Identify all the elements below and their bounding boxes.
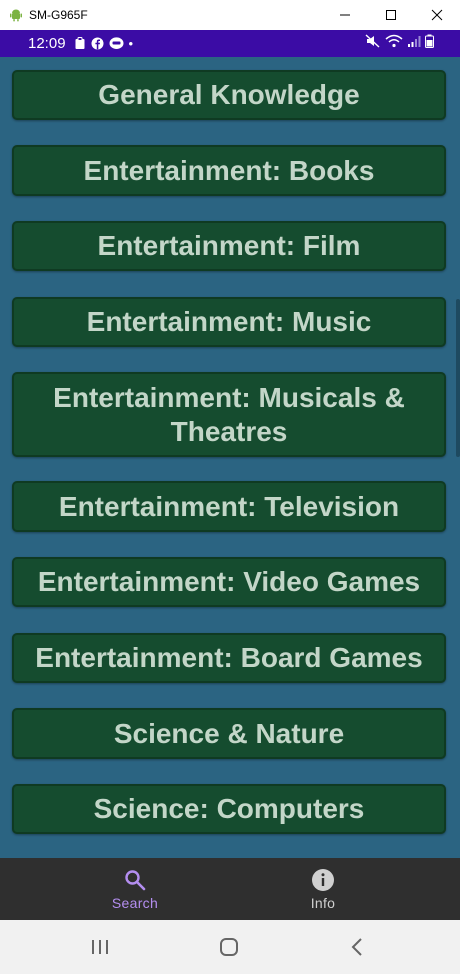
category-button[interactable]: Entertainment: Film	[12, 221, 446, 271]
messenger-icon	[109, 37, 124, 50]
facebook-icon	[91, 37, 104, 50]
clipboard-icon	[74, 37, 86, 50]
signal-icon	[407, 35, 421, 53]
maximize-button[interactable]	[368, 0, 414, 30]
category-button[interactable]: Science: Computers	[12, 784, 446, 834]
category-button[interactable]: Entertainment: Television	[12, 481, 446, 532]
home-button[interactable]	[199, 920, 259, 974]
home-icon	[220, 938, 238, 956]
back-button[interactable]	[327, 920, 387, 974]
category-button[interactable]: Entertainment: Books	[12, 145, 446, 196]
nav-info-label: Info	[310, 894, 336, 911]
nav-info[interactable]: Info	[263, 858, 383, 920]
category-button[interactable]: Entertainment: Musicals & Theatres	[12, 372, 446, 457]
minimize-icon	[340, 14, 350, 16]
close-icon	[431, 9, 443, 21]
android-icon	[10, 9, 22, 22]
bottom-navigation: Search Info	[0, 858, 460, 920]
category-button[interactable]: General Knowledge	[12, 70, 446, 120]
minimize-button[interactable]	[322, 0, 368, 30]
window-titlebar: SM-G965F	[0, 0, 460, 30]
nav-search-label: Search	[111, 894, 159, 911]
system-navigation-bar	[0, 920, 460, 974]
maximize-icon	[386, 10, 396, 20]
category-button[interactable]: Entertainment: Video Games	[12, 557, 446, 607]
back-icon	[351, 938, 362, 956]
scrollbar[interactable]	[456, 299, 460, 457]
recent-apps-button[interactable]	[70, 920, 130, 974]
mute-icon	[365, 34, 381, 53]
window-title: SM-G965F	[29, 8, 88, 22]
info-icon	[312, 868, 334, 891]
notification-dot: •	[128, 36, 134, 51]
battery-icon	[425, 34, 434, 53]
wifi-icon	[385, 34, 403, 53]
category-button[interactable]: Entertainment: Music	[12, 297, 446, 347]
close-button[interactable]	[414, 0, 460, 30]
status-time: 12:09	[28, 35, 66, 52]
category-button[interactable]: Entertainment: Board Games	[12, 633, 446, 683]
search-icon	[125, 869, 146, 890]
status-bar: 12:09 •	[0, 30, 460, 57]
category-button[interactable]: Science & Nature	[12, 708, 446, 759]
nav-search[interactable]: Search	[75, 858, 195, 920]
category-list[interactable]: General Knowledge Entertainment: Books E…	[0, 57, 460, 858]
recent-apps-icon	[92, 940, 108, 954]
